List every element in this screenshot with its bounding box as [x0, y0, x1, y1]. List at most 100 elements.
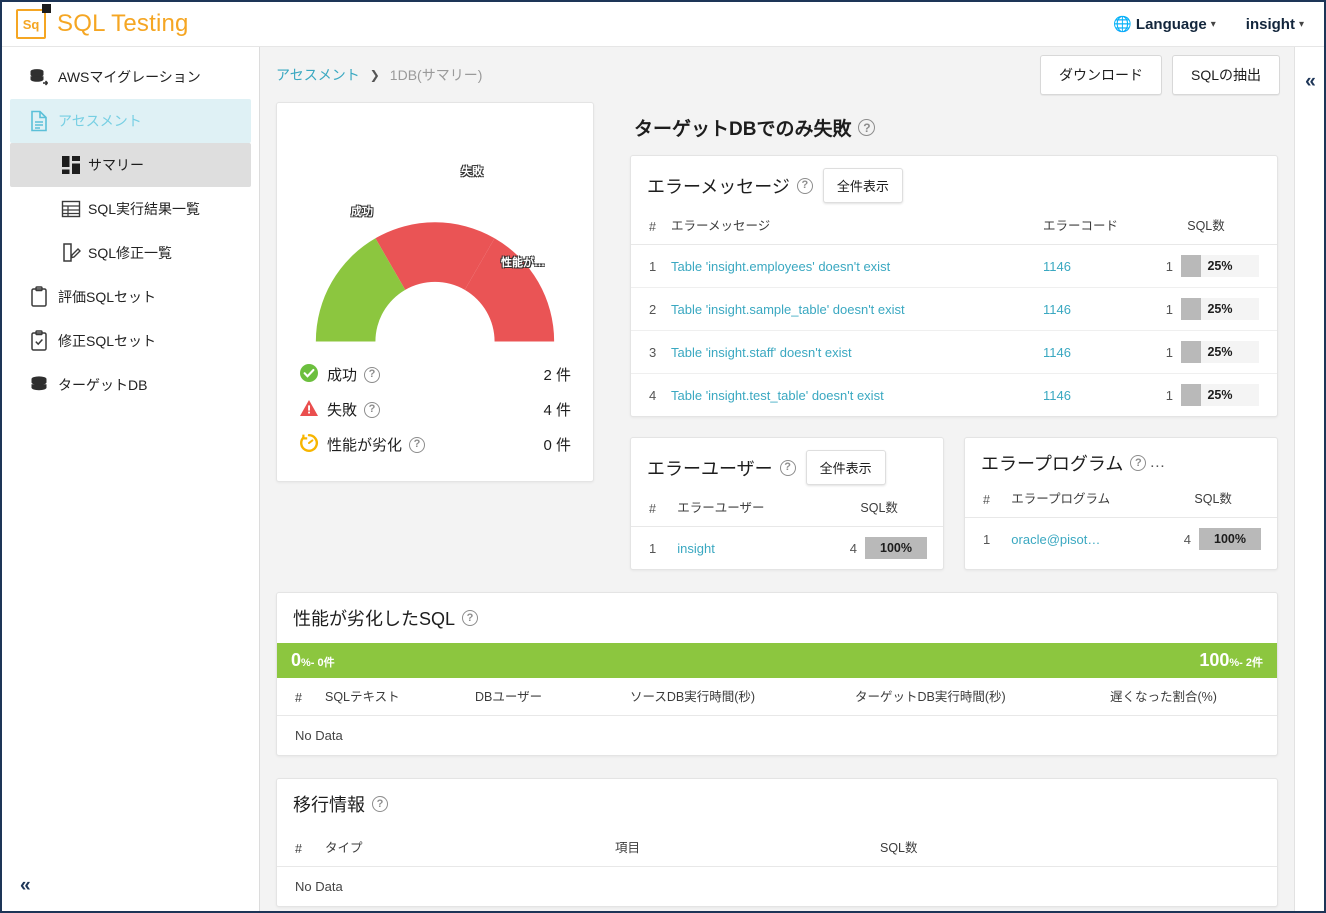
- brand[interactable]: Sq SQL Testing: [2, 4, 260, 39]
- sidebar-item-fix-sql-set[interactable]: 修正SQLセット: [10, 319, 251, 363]
- sidebar-item-aws-migration[interactable]: AWSマイグレーション: [10, 55, 251, 99]
- cell-message-link[interactable]: Table 'insight.test_table' doesn't exist: [665, 374, 1037, 417]
- breadcrumb-link-assessment[interactable]: アセスメント: [276, 65, 360, 85]
- show-all-button[interactable]: 全件表示: [822, 168, 903, 203]
- chevron-down-icon: ▾: [1210, 18, 1216, 30]
- table-header: # エラーメッセージ エラーコード SQL数: [631, 207, 1277, 245]
- sidebar-item-sql-fixes[interactable]: SQL修正一覧: [10, 231, 251, 275]
- error-program-table: # エラープログラム SQL数 1 oracle@pisot… 4 100%: [965, 480, 1277, 560]
- sidebar: AWSマイグレーション アセスメント サマリー SQL実行結果一覧 SQL修正一…: [2, 47, 260, 911]
- column-header-index: #: [631, 207, 665, 245]
- help-icon[interactable]: ?: [364, 401, 381, 418]
- target-fail-column: ターゲットDBでのみ失敗 ? エラーメッセージ ? 全件表示 # エラーメッセー…: [630, 102, 1278, 570]
- column-header-type: タイプ: [325, 829, 615, 867]
- legend-row-degraded: 性能が劣化 ? 0 件: [299, 427, 571, 462]
- language-menu[interactable]: 🌐 Language ▾: [1113, 15, 1216, 34]
- cell-message-link[interactable]: Table 'insight.staff' doesn't exist: [665, 330, 1037, 374]
- clipboard-check-icon: [20, 330, 58, 352]
- topbar-actions: ダウンロード SQLの抽出: [1039, 54, 1280, 95]
- table-row[interactable]: 1 Table 'insight.employees' doesn't exis…: [631, 244, 1277, 288]
- table-row[interactable]: 4 Table 'insight.test_table' doesn't exi…: [631, 374, 1277, 417]
- column-header-source-db-time: ソースDB実行時間(秒): [630, 678, 855, 716]
- column-header-index: #: [965, 480, 1006, 518]
- cell-error-code[interactable]: 1146: [1037, 330, 1147, 374]
- cell-user-link[interactable]: insight: [671, 527, 825, 570]
- column-header-item: 項目: [615, 829, 880, 867]
- sql-count-value: 1: [1165, 301, 1173, 317]
- sidebar-collapse-button[interactable]: ‹‹: [2, 861, 260, 911]
- sidebar-item-target-db[interactable]: ターゲットDB: [10, 363, 251, 407]
- table-row[interactable]: 2 Table 'insight.sample_table' doesn't e…: [631, 287, 1277, 331]
- right-panel-collapse-rail[interactable]: ‹‹: [1294, 47, 1324, 911]
- help-icon[interactable]: ?: [858, 119, 876, 136]
- percent-bar: 100%: [1199, 528, 1261, 550]
- panel-title: エラーメッセージ: [647, 176, 790, 197]
- sidebar-item-eval-sql-set[interactable]: 評価SQLセット: [10, 275, 251, 319]
- error-program-panel-header: エラープログラム ? …: [965, 438, 1277, 480]
- download-button[interactable]: ダウンロード: [1039, 54, 1162, 95]
- user-label: insight: [1245, 15, 1295, 33]
- chevron-down-icon: ▾: [1298, 18, 1304, 30]
- table-row[interactable]: 3 Table 'insight.staff' doesn't exist 11…: [631, 330, 1277, 374]
- cell-program-link[interactable]: oracle@pisot…: [1005, 518, 1159, 561]
- sql-count-value: 4: [849, 540, 857, 556]
- column-header-sql-count: SQL数: [825, 489, 943, 527]
- cell-sql-count: 1 25%: [1147, 244, 1277, 288]
- cell-sql-count: 1 25%: [1147, 374, 1277, 417]
- help-icon[interactable]: ?: [364, 366, 381, 383]
- clipboard-icon: [20, 286, 58, 308]
- help-icon[interactable]: ?: [462, 610, 479, 626]
- table-body: 1 insight 4 100%: [631, 527, 943, 570]
- percent-label: 100%: [1214, 532, 1246, 546]
- bar-left-unit: %: [301, 657, 311, 669]
- database-icon: [20, 374, 58, 396]
- sidebar-item-sql-results[interactable]: SQL実行結果一覧: [10, 187, 251, 231]
- app-header: Sq SQL Testing 🌐 Language ▾ insight ▾: [2, 2, 1324, 47]
- table-row[interactable]: 1 insight 4 100%: [631, 527, 943, 570]
- sidebar-item-assessment[interactable]: アセスメント: [10, 99, 251, 143]
- table-row[interactable]: 1 oracle@pisot… 4 100%: [965, 518, 1277, 561]
- sidebar-item-label: AWSマイグレーション: [58, 69, 201, 85]
- percent-label: 25%: [1207, 259, 1233, 273]
- sidebar-item-label: ターゲットDB: [58, 377, 148, 393]
- degraded-sql-empty-state: No Data: [295, 728, 343, 743]
- help-icon[interactable]: ?: [1130, 455, 1147, 471]
- percent-bar: 25%: [1181, 384, 1259, 406]
- overflow-ellipsis[interactable]: …: [1149, 454, 1165, 472]
- degraded-sql-panel: 性能が劣化したSQL ? 0%- 0件 100%- 2件 # SQLテキスト D…: [276, 592, 1278, 756]
- user-menu[interactable]: insight ▾: [1246, 16, 1304, 33]
- cell-message-link[interactable]: Table 'insight.employees' doesn't exist: [665, 244, 1037, 288]
- error-user-panel-header: エラーユーザー ? 全件表示: [631, 438, 943, 489]
- cell-index: 1: [649, 540, 657, 556]
- help-icon[interactable]: ?: [796, 177, 813, 194]
- sql-count-value: 4: [1183, 531, 1191, 547]
- bar-left-label: 0%- 0件: [291, 650, 335, 671]
- help-icon[interactable]: ?: [779, 459, 796, 476]
- cell-error-code[interactable]: 1146: [1037, 287, 1147, 331]
- document-icon: [20, 110, 58, 132]
- help-icon[interactable]: ?: [372, 796, 388, 812]
- check-circle-icon: [299, 363, 319, 387]
- legend-row-success: 成功 ? 2 件: [299, 357, 571, 392]
- database-arrow-icon: [20, 66, 58, 88]
- error-message-panel-header: エラーメッセージ ? 全件表示: [631, 156, 1277, 207]
- bar-left-value: 0: [291, 650, 302, 670]
- legend-value: 4 件: [543, 402, 571, 419]
- column-header-index: #: [277, 678, 325, 716]
- cell-error-code[interactable]: 1146: [1037, 244, 1147, 288]
- gauge-label-success: 成功: [351, 206, 373, 218]
- degraded-sql-table: # SQLテキスト DBユーザー ソースDB実行時間(秒) ターゲットDB実行時…: [277, 678, 1277, 716]
- show-all-button[interactable]: 全件表示: [805, 450, 886, 485]
- extract-sql-button[interactable]: SQLの抽出: [1171, 54, 1280, 95]
- content-topbar: アセスメント ❯ 1DB(サマリー) ダウンロード SQLの抽出: [260, 47, 1294, 102]
- error-message-panel: エラーメッセージ ? 全件表示 # エラーメッセージ エラーコード SQL数 1…: [630, 155, 1278, 417]
- cell-message-link[interactable]: Table 'insight.sample_table' doesn't exi…: [665, 287, 1037, 331]
- sidebar-item-summary[interactable]: サマリー: [10, 143, 251, 187]
- target-fail-title-text: ターゲットDBでのみ失敗: [634, 119, 852, 140]
- help-icon[interactable]: ?: [409, 436, 426, 453]
- cell-error-code[interactable]: 1146: [1037, 374, 1147, 417]
- warning-triangle-icon: [299, 398, 319, 422]
- gauge-svg: [315, 222, 555, 342]
- degraded-sql-header: 性能が劣化したSQL ?: [277, 593, 1277, 643]
- logo-text: Sq: [21, 16, 41, 32]
